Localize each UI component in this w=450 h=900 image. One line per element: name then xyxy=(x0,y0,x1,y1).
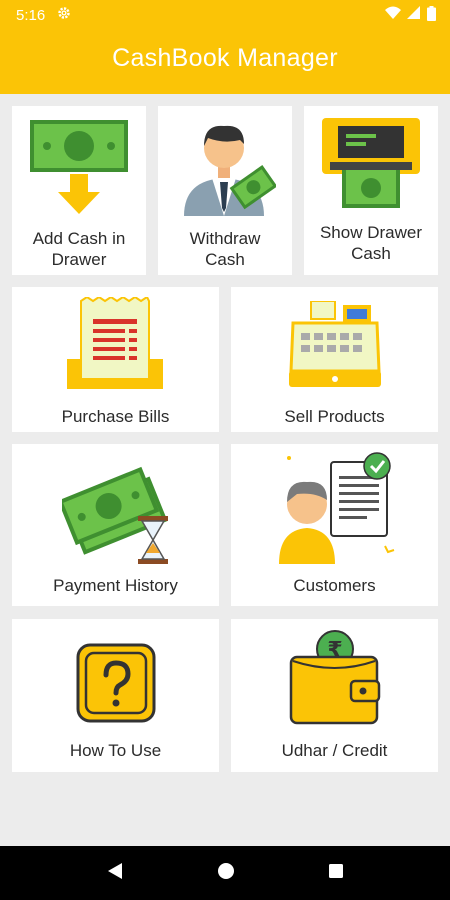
battery-icon xyxy=(427,5,436,25)
signal-icon xyxy=(407,6,421,24)
withdraw-cash-label: Withdraw Cash xyxy=(189,229,261,269)
customers-tile[interactable]: Customers xyxy=(231,444,438,606)
recents-icon[interactable] xyxy=(328,863,344,884)
show-drawer-cash-label: Show Drawer Cash xyxy=(319,223,423,263)
withdraw-cash-tile[interactable]: Withdraw Cash xyxy=(158,106,292,275)
home-icon[interactable] xyxy=(217,862,235,885)
wallet-rupee-icon: ₹ xyxy=(289,630,381,725)
payment-history-label: Payment History xyxy=(53,576,178,595)
gear-icon xyxy=(57,6,71,24)
app-title: CashBook Manager xyxy=(112,44,338,72)
payment-history-tile[interactable]: Payment History xyxy=(12,444,219,606)
purchase-bills-tile[interactable]: Purchase Bills xyxy=(12,287,219,432)
add-cash-icon xyxy=(30,120,128,214)
add-cash-tile[interactable]: Add Cash in Drawer xyxy=(12,106,146,275)
sell-products-label: Sell Products xyxy=(284,407,385,426)
question-mark-icon xyxy=(76,643,156,723)
udhar-credit-tile[interactable]: ₹ Udhar / Credit xyxy=(231,619,438,772)
how-to-use-label: How To Use xyxy=(69,741,162,760)
app-bar: 5:16 CashBook Manager xyxy=(0,0,450,94)
add-cash-label: Add Cash in Drawer xyxy=(32,229,126,269)
purchase-bills-label: Purchase Bills xyxy=(61,407,170,426)
udhar-credit-label: Udhar / Credit xyxy=(281,741,388,760)
navigation-bar xyxy=(0,846,450,900)
atm-drawer-icon xyxy=(322,118,420,208)
money-hourglass-icon xyxy=(62,466,168,564)
customers-label: Customers xyxy=(293,576,376,595)
show-drawer-cash-tile[interactable]: Show Drawer Cash xyxy=(304,106,438,275)
cash-register-icon xyxy=(289,301,381,387)
customer-document-icon xyxy=(279,452,395,564)
how-to-use-tile[interactable]: How To Use xyxy=(12,619,219,772)
wifi-icon xyxy=(385,6,401,24)
status-bar: 5:16 xyxy=(0,0,450,30)
withdraw-person-icon xyxy=(184,125,276,216)
back-icon[interactable] xyxy=(106,862,124,885)
status-time: 5:16 xyxy=(16,6,46,24)
bill-receipt-icon xyxy=(67,297,163,389)
sell-products-tile[interactable]: Sell Products xyxy=(231,287,438,432)
